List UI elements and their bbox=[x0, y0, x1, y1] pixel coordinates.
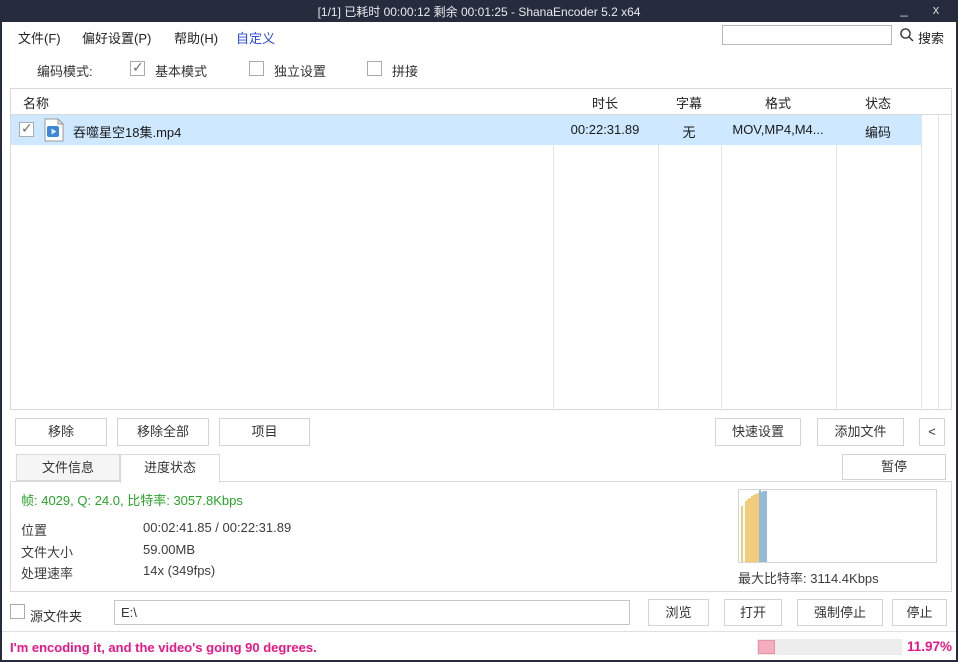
concat-checkbox[interactable] bbox=[367, 61, 382, 76]
menu-file[interactable]: 文件(F) bbox=[18, 28, 61, 47]
collapse-button[interactable]: < bbox=[919, 418, 945, 446]
file-list-table[interactable]: 名称 时长 字幕 格式 状态 吞噬星空18集.mp4 00:22:31.89 无… bbox=[10, 88, 952, 410]
title-bar[interactable]: [1/1] 已耗时 00:00:12 剩余 00:01:25 - ShanaEn… bbox=[0, 0, 958, 22]
status-cell: 编码 bbox=[865, 122, 891, 141]
browse-button[interactable]: 浏览 bbox=[648, 599, 709, 626]
status-message: I'm encoding it, and the video's going 9… bbox=[10, 640, 317, 655]
window-title: [1/1] 已耗时 00:00:12 剩余 00:01:25 - ShanaEn… bbox=[0, 3, 958, 20]
menu-help[interactable]: 帮助(H) bbox=[174, 28, 218, 47]
col-status[interactable]: 状态 bbox=[865, 93, 891, 112]
duration-cell: 00:22:31.89 bbox=[571, 122, 640, 137]
remove-button[interactable]: 移除 bbox=[15, 418, 107, 446]
close-button[interactable]: x bbox=[922, 0, 950, 22]
video-file-icon bbox=[43, 118, 65, 142]
shanaencoder-window: [1/1] 已耗时 00:00:12 剩余 00:01:25 - ShanaEn… bbox=[0, 0, 958, 662]
row-checkbox[interactable] bbox=[19, 122, 34, 137]
search-icon[interactable] bbox=[899, 27, 915, 43]
search-input[interactable] bbox=[722, 25, 892, 45]
max-bitrate-label: 最大比特率: 3114.4Kbps bbox=[738, 568, 879, 587]
concat-label[interactable]: 拼接 bbox=[392, 61, 418, 80]
bitrate-chart bbox=[738, 489, 937, 563]
subtitle-cell: 无 bbox=[682, 122, 695, 141]
encode-progress-fill bbox=[758, 640, 775, 654]
minimize-button[interactable]: _ bbox=[890, 0, 918, 22]
force-stop-button[interactable]: 强制停止 bbox=[797, 599, 883, 626]
source-folder-label[interactable]: 源文件夹 bbox=[30, 606, 82, 625]
encode-stats-line: 帧: 4029, Q: 24.0, 比特率: 3057.8Kbps bbox=[21, 490, 243, 509]
quick-settings-button[interactable]: 快速设置 bbox=[715, 418, 801, 446]
file-size-label: 文件大小 bbox=[21, 542, 73, 561]
menu-custom[interactable]: 自定义 bbox=[236, 28, 275, 47]
tab-progress-status[interactable]: 进度状态 bbox=[120, 454, 220, 483]
search-button[interactable]: 搜索 bbox=[918, 28, 944, 47]
divider bbox=[2, 631, 956, 632]
open-button[interactable]: 打开 bbox=[724, 599, 782, 626]
table-header: 名称 时长 字幕 格式 状态 bbox=[11, 89, 951, 115]
encode-progress-percent: 11.97% bbox=[907, 639, 952, 654]
independent-settings-checkbox[interactable] bbox=[249, 61, 264, 76]
independent-settings-label[interactable]: 独立设置 bbox=[274, 61, 326, 80]
column-separator bbox=[938, 89, 939, 409]
position-value: 00:02:41.85 / 00:22:31.89 bbox=[143, 520, 291, 535]
col-subtitle[interactable]: 字幕 bbox=[676, 93, 702, 112]
add-file-button[interactable]: 添加文件 bbox=[817, 418, 904, 446]
file-size-value: 59.00MB bbox=[143, 542, 195, 557]
format-cell: MOV,MP4,M4... bbox=[732, 122, 823, 137]
remove-all-button[interactable]: 移除全部 bbox=[117, 418, 209, 446]
speed-label: 处理速率 bbox=[21, 563, 73, 582]
pause-button[interactable]: 暂停 bbox=[842, 454, 946, 480]
tab-file-info[interactable]: 文件信息 bbox=[16, 454, 120, 481]
encoding-mode-label: 编码模式: bbox=[37, 61, 93, 80]
speed-value: 14x (349fps) bbox=[143, 563, 215, 578]
menu-preferences[interactable]: 偏好设置(P) bbox=[82, 28, 151, 47]
position-label: 位置 bbox=[21, 520, 47, 539]
menu-bar: 文件(F) 偏好设置(P) 帮助(H) 自定义 搜索 bbox=[2, 22, 956, 52]
table-row[interactable]: 吞噬星空18集.mp4 00:22:31.89 无 MOV,MP4,M4... … bbox=[11, 115, 921, 145]
stop-button[interactable]: 停止 bbox=[892, 599, 947, 626]
column-separator bbox=[921, 89, 922, 409]
col-format[interactable]: 格式 bbox=[765, 93, 791, 112]
output-path-input[interactable] bbox=[114, 600, 630, 625]
col-duration[interactable]: 时长 bbox=[592, 93, 618, 112]
progress-status-panel: 帧: 4029, Q: 24.0, 比特率: 3057.8Kbps 位置 00:… bbox=[10, 481, 952, 592]
file-name-cell: 吞噬星空18集.mp4 bbox=[73, 122, 181, 141]
basic-mode-checkbox[interactable] bbox=[130, 61, 145, 76]
encode-progress-bar bbox=[757, 639, 902, 655]
basic-mode-label[interactable]: 基本模式 bbox=[155, 61, 207, 80]
col-name[interactable]: 名称 bbox=[23, 93, 49, 112]
project-button[interactable]: 项目 bbox=[219, 418, 310, 446]
encoding-mode-bar: 编码模式: 基本模式 独立设置 拼接 bbox=[2, 51, 956, 88]
source-folder-checkbox[interactable] bbox=[10, 604, 25, 619]
